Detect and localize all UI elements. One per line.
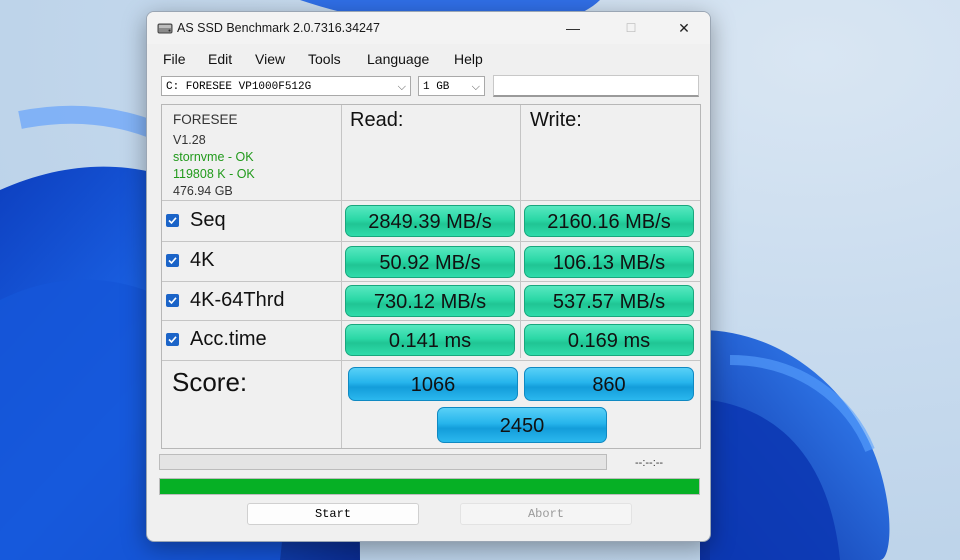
read-header: Read:	[350, 109, 404, 131]
acc-time-write-result: 0.169 ms	[524, 324, 694, 356]
title-bar[interactable]: AS SSD Benchmark 2.0.7316.34247 — ☐ ✕	[147, 12, 710, 44]
abort-button[interactable]: Abort	[460, 503, 632, 525]
seq-checkbox[interactable]	[166, 214, 179, 227]
acc-time-label: Acc.time	[190, 328, 267, 350]
as-ssd-window: AS SSD Benchmark 2.0.7316.34247 — ☐ ✕ Fi…	[146, 11, 711, 542]
acc-time-read-result: 0.141 ms	[345, 324, 515, 356]
menu-language[interactable]: Language	[367, 51, 429, 67]
chevron-down-icon: ⌵	[397, 80, 406, 93]
hard-drive-icon	[157, 23, 173, 34]
write-header: Write:	[530, 109, 582, 131]
start-button[interactable]: Start	[247, 503, 419, 525]
test-size-value: 1 GB	[423, 81, 450, 93]
alignment-status: 119808 K - OK	[173, 167, 255, 181]
4k-64thrd-write-result: 537.57 MB/s	[524, 285, 694, 317]
4k-64thrd-checkbox[interactable]	[166, 294, 179, 307]
score-write: 860	[524, 367, 694, 401]
drive-capacity: 476.94 GB	[173, 184, 233, 198]
drive-model: FORESEE	[173, 112, 238, 127]
maximize-button[interactable]: ☐	[608, 12, 654, 44]
seq-label: Seq	[190, 209, 226, 231]
overall-progress-bar	[159, 478, 700, 495]
acc-time-checkbox[interactable]	[166, 333, 179, 346]
drive-select[interactable]: C: FORESEE VP1000F512G ⌵	[161, 76, 411, 96]
close-button[interactable]: ✕	[661, 12, 707, 44]
elapsed-time: --:--:--	[635, 457, 664, 469]
score-total: 2450	[437, 407, 607, 443]
checkmark-icon	[168, 217, 177, 225]
4k-read-result: 50.92 MB/s	[345, 246, 515, 278]
checkmark-icon	[168, 336, 177, 344]
score-read: 1066	[348, 367, 518, 401]
driver-status: stornvme - OK	[173, 150, 254, 164]
4k-write-result: 106.13 MB/s	[524, 246, 694, 278]
window-title: AS SSD Benchmark 2.0.7316.34247	[177, 21, 380, 35]
menu-edit[interactable]: Edit	[208, 51, 232, 67]
4k-checkbox[interactable]	[166, 254, 179, 267]
score-label: Score:	[172, 367, 248, 397]
drive-firmware: V1.28	[173, 133, 206, 147]
checkmark-icon	[168, 257, 177, 265]
blank-text-field[interactable]	[493, 75, 699, 97]
seq-read-result: 2849.39 MB/s	[345, 205, 515, 237]
menu-help[interactable]: Help	[454, 51, 483, 67]
menu-view[interactable]: View	[255, 51, 285, 67]
test-size-select[interactable]: 1 GB ⌵	[418, 76, 485, 96]
4k-64thrd-read-result: 730.12 MB/s	[345, 285, 515, 317]
chevron-down-icon: ⌵	[471, 80, 480, 93]
menu-bar: File Edit View Tools Language Help	[147, 48, 710, 72]
4k-64thrd-label: 4K-64Thrd	[190, 289, 285, 311]
checkmark-icon	[168, 297, 177, 305]
4k-label: 4K	[190, 249, 215, 271]
menu-tools[interactable]: Tools	[308, 51, 341, 67]
seq-write-result: 2160.16 MB/s	[524, 205, 694, 237]
menu-file[interactable]: File	[163, 51, 186, 67]
test-progress-bar	[159, 454, 607, 470]
overall-progress-fill	[160, 479, 699, 494]
minimize-button[interactable]: —	[550, 12, 596, 44]
drive-select-value: C: FORESEE VP1000F512G	[166, 81, 312, 93]
results-grid: FORESEE V1.28 stornvme - OK 119808 K - O…	[161, 104, 701, 449]
